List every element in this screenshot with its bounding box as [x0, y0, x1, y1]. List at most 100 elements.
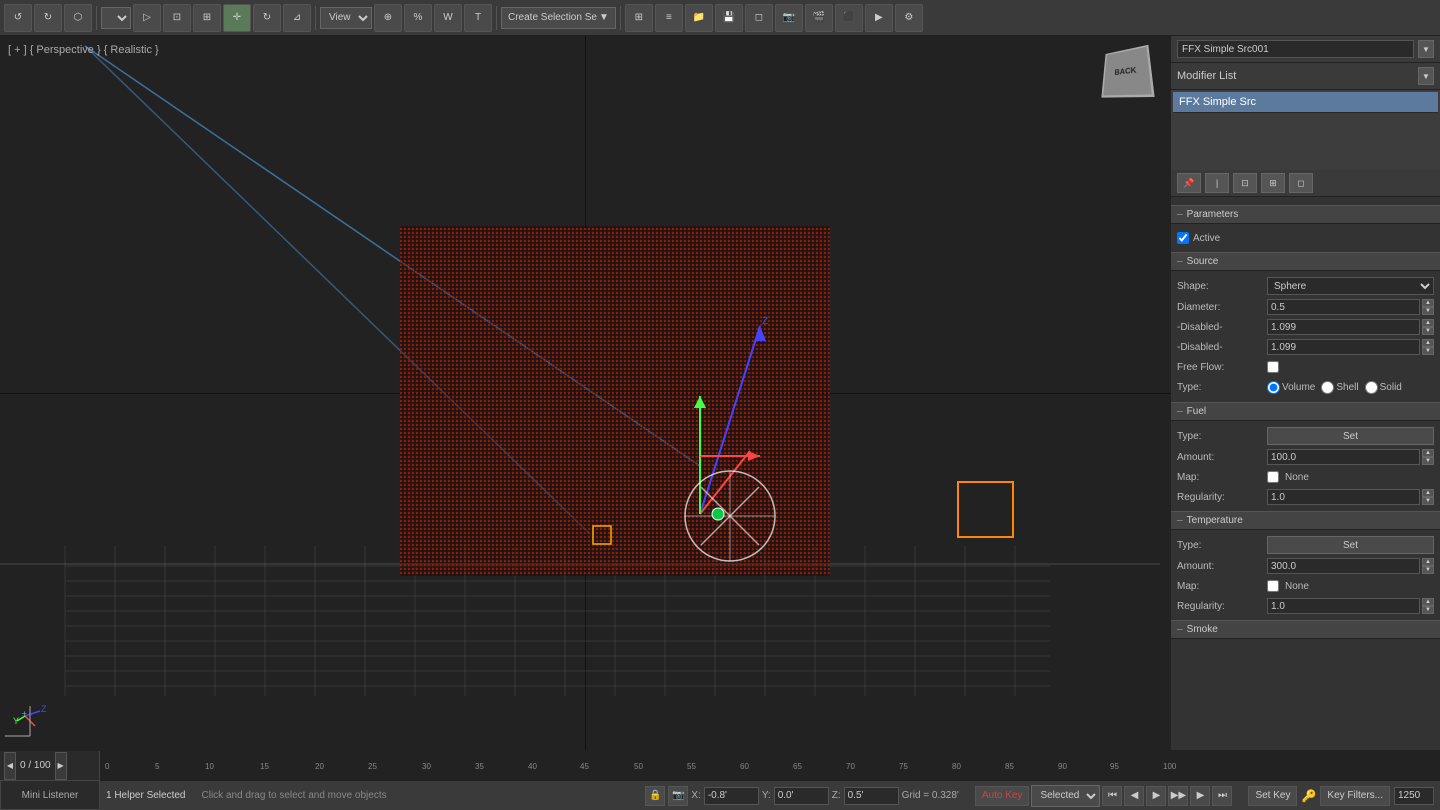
nav-cube[interactable]: BACK — [1100, 46, 1160, 106]
scale-btn[interactable]: ⊿ — [283, 4, 311, 32]
layer-btn[interactable]: ≡ — [655, 4, 683, 32]
type-shell-radio[interactable] — [1321, 381, 1334, 394]
extra-btn[interactable]: ⚙ — [895, 4, 923, 32]
diameter-down-btn[interactable]: ▼ — [1422, 307, 1434, 315]
render2-btn[interactable]: ⬛ — [835, 4, 863, 32]
undo-btn[interactable]: ↺ — [4, 4, 32, 32]
temp-amount-input[interactable] — [1267, 558, 1420, 574]
use-pivot-btn[interactable]: ⊕ — [374, 4, 402, 32]
all-dropdown[interactable]: All — [101, 7, 131, 29]
type-solid-radio[interactable] — [1365, 381, 1378, 394]
type-solid-label[interactable]: Solid — [1365, 381, 1402, 394]
render-btn[interactable]: 🎬 — [805, 4, 833, 32]
parameters-section-header[interactable]: ─ Parameters — [1171, 205, 1440, 224]
window-crossing-btn[interactable]: ⊞ — [193, 4, 221, 32]
temp-regularity-up-btn[interactable]: ▲ — [1422, 598, 1434, 606]
temp-regularity-input[interactable] — [1267, 598, 1420, 614]
selected-dropdown[interactable]: Selected — [1031, 785, 1100, 807]
temp-amount-down-btn[interactable]: ▼ — [1422, 566, 1434, 574]
select-obj-btn[interactable]: ⬡ — [64, 4, 92, 32]
smoke-section-header[interactable]: ─ Smoke — [1171, 620, 1440, 639]
timeline-track[interactable]: 0 5 10 15 20 25 30 35 40 45 50 55 60 65 … — [100, 751, 1440, 780]
x-input[interactable] — [704, 787, 759, 805]
auto-key-btn[interactable]: Auto Key — [975, 786, 1030, 806]
abs-world-btn[interactable]: W — [434, 4, 462, 32]
type-shell-label[interactable]: Shell — [1321, 381, 1358, 394]
disabled1-down-btn[interactable]: ▼ — [1422, 327, 1434, 335]
temp-amount-up-btn[interactable]: ▲ — [1422, 558, 1434, 566]
fuel-set-btn[interactable]: Set — [1267, 427, 1434, 445]
rotate-btn[interactable]: ↻ — [253, 4, 281, 32]
modifier-item-ffx[interactable]: FFX Simple Src — [1173, 92, 1438, 113]
fuel-amount-down-btn[interactable]: ▼ — [1422, 457, 1434, 465]
mod-copy-btn[interactable]: ⊡ — [1233, 173, 1257, 193]
set-key-btn[interactable]: Set Key — [1248, 786, 1297, 806]
diameter-input[interactable] — [1267, 299, 1420, 315]
select-btn[interactable]: ▷ — [133, 4, 161, 32]
goto-start-btn[interactable]: ⏮ — [1102, 786, 1122, 806]
source-section-header[interactable]: ─ Source — [1171, 252, 1440, 271]
percent-btn[interactable]: % — [404, 4, 432, 32]
z-input[interactable] — [844, 787, 899, 805]
key-filters-btn[interactable]: Key Filters... — [1320, 786, 1390, 806]
coord-camera-btn[interactable]: 📷 — [668, 786, 688, 806]
frame-num-input[interactable] — [1394, 787, 1434, 805]
disabled1-up-btn[interactable]: ▲ — [1422, 319, 1434, 327]
select-move-btn[interactable]: ✛ — [223, 4, 251, 32]
display-btn[interactable]: ◻ — [745, 4, 773, 32]
transform-type-btn[interactable]: T — [464, 4, 492, 32]
temp-set-btn[interactable]: Set — [1267, 536, 1434, 554]
region-select-btn[interactable]: ⊡ — [163, 4, 191, 32]
redo-btn[interactable]: ↻ — [34, 4, 62, 32]
mod-paste-btn[interactable]: ⊞ — [1261, 173, 1285, 193]
type-volume-label[interactable]: Volume — [1267, 381, 1315, 394]
diameter-up-btn[interactable]: ▲ — [1422, 299, 1434, 307]
view-dropdown[interactable]: View — [320, 7, 372, 29]
open-btn[interactable]: 📁 — [685, 4, 713, 32]
disabled1-input[interactable] — [1267, 319, 1420, 335]
y-input[interactable] — [774, 787, 829, 805]
mod-pipe-btn[interactable]: | — [1205, 173, 1229, 193]
fuel-amount-input[interactable] — [1267, 449, 1420, 465]
disabled2-up-btn[interactable]: ▲ — [1422, 339, 1434, 347]
mini-listener[interactable]: Mini Listener — [0, 780, 100, 810]
fuel-amount-up-btn[interactable]: ▲ — [1422, 449, 1434, 457]
timeline-next-btn[interactable]: ▶ — [55, 752, 67, 780]
disabled1-label: -Disabled- — [1177, 322, 1267, 333]
mod-display-btn[interactable]: ◻ — [1289, 173, 1313, 193]
object-name-arrow-btn[interactable]: ▼ — [1418, 40, 1434, 58]
active-checkbox[interactable] — [1177, 232, 1189, 244]
play-btn[interactable]: ▶ — [1146, 786, 1166, 806]
fuel-regularity-input[interactable] — [1267, 489, 1420, 505]
fuel-regularity-up-btn[interactable]: ▲ — [1422, 489, 1434, 497]
schematic-btn[interactable]: ⊞ — [625, 4, 653, 32]
object-name-input[interactable] — [1177, 40, 1414, 58]
play-real-btn[interactable]: ▶▶ — [1168, 786, 1188, 806]
camera-btn[interactable]: 📷 — [775, 4, 803, 32]
lock-btn[interactable]: 🔒 — [645, 786, 665, 806]
viewport[interactable]: [ + ] { Perspective } { Realistic } BACK — [0, 36, 1170, 750]
prev-frame-btn[interactable]: ◀ — [1124, 786, 1144, 806]
free-flow-checkbox[interactable] — [1267, 361, 1279, 373]
nav-cube-box[interactable]: BACK — [1101, 45, 1154, 98]
timeline-prev-btn[interactable]: ◀ — [4, 752, 16, 780]
shape-dropdown[interactable]: Sphere Box Cylinder — [1267, 277, 1434, 295]
fuel-section-header[interactable]: ─ Fuel — [1171, 402, 1440, 421]
disabled2-input[interactable] — [1267, 339, 1420, 355]
type-volume-radio[interactable] — [1267, 381, 1280, 394]
disabled2-label: -Disabled- — [1177, 342, 1267, 353]
temp-map-checkbox[interactable] — [1267, 580, 1279, 592]
fuel-map-checkbox[interactable] — [1267, 471, 1279, 483]
save-btn[interactable]: 💾 — [715, 4, 743, 32]
media-btn[interactable]: ▶ — [865, 4, 893, 32]
temp-section-header[interactable]: ─ Temperature — [1171, 511, 1440, 530]
fuel-regularity-down-btn[interactable]: ▼ — [1422, 497, 1434, 505]
temp-regularity-down-btn[interactable]: ▼ — [1422, 606, 1434, 614]
temp-type-label: Type: — [1177, 540, 1267, 551]
create-selection-btn[interactable]: Create Selection Se ▼ — [501, 7, 616, 29]
goto-end-btn[interactable]: ⏭ — [1212, 786, 1232, 806]
next-frame-btn[interactable]: ▶ — [1190, 786, 1210, 806]
mod-pin-btn[interactable]: 📌 — [1177, 173, 1201, 193]
disabled2-down-btn[interactable]: ▼ — [1422, 347, 1434, 355]
modifier-list-dropdown-btn[interactable]: ▼ — [1418, 67, 1434, 85]
